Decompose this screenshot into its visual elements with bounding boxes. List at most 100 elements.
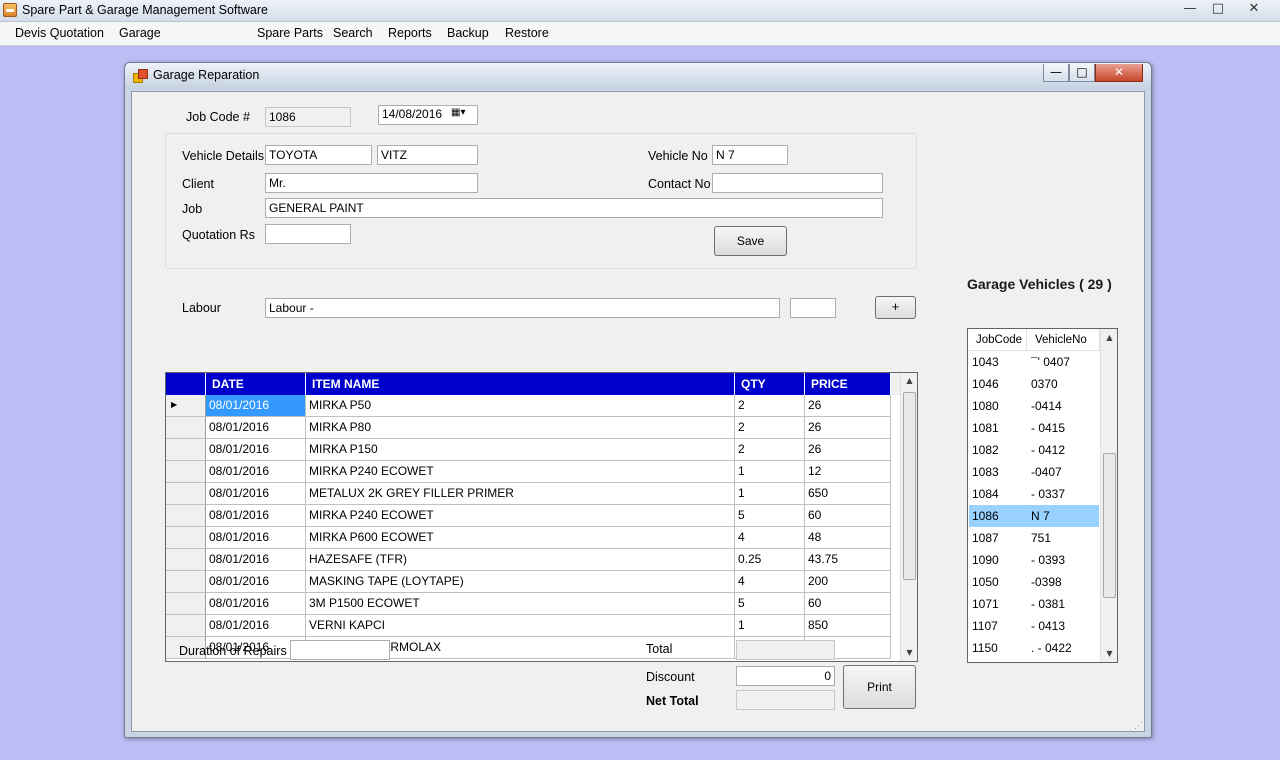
cell-item-name[interactable]: METALUX 2K GREY FILLER PRIMER bbox=[306, 483, 735, 505]
menu-restore[interactable]: Restore bbox=[505, 26, 549, 40]
vehicle-make-field[interactable]: TOYOTA bbox=[265, 145, 372, 165]
list-scroll-down-icon[interactable]: ▼ bbox=[1101, 649, 1117, 658]
cell-item-name[interactable]: MIRKA P150 bbox=[306, 439, 735, 461]
cell-qty[interactable]: 5 bbox=[735, 505, 805, 527]
child-close-button[interactable]: ✕ bbox=[1095, 64, 1143, 82]
grid-header-item-name[interactable]: ITEM NAME bbox=[306, 373, 735, 395]
maximize-button[interactable]: □ bbox=[1204, 1, 1232, 19]
cell-price[interactable]: 43.75 bbox=[805, 549, 891, 571]
cell-item-name[interactable]: MIRKA P600 ECOWET bbox=[306, 527, 735, 549]
add-labour-button[interactable]: + bbox=[875, 296, 916, 319]
cell-price[interactable]: 26 bbox=[805, 417, 891, 439]
row-header[interactable] bbox=[166, 417, 206, 439]
list-item[interactable]: 1046 0370 bbox=[969, 373, 1099, 395]
table-row[interactable]: 08/01/2016 MIRKA P600 ECOWET 4 48 bbox=[166, 527, 901, 549]
cell-date[interactable]: 08/01/2016 bbox=[206, 527, 306, 549]
cell-qty[interactable]: 4 bbox=[735, 571, 805, 593]
cell-qty[interactable]: 1 bbox=[735, 461, 805, 483]
list-header-jobcode[interactable]: JobCode bbox=[968, 329, 1027, 351]
list-item[interactable]: 1087 751 bbox=[969, 527, 1099, 549]
cell-price[interactable]: 850 bbox=[805, 615, 891, 637]
table-row[interactable]: 08/01/2016 MIRKA P80 2 26 bbox=[166, 417, 901, 439]
grid-header-qty[interactable]: QTY bbox=[735, 373, 805, 395]
table-row[interactable]: 08/01/2016 HAZESAFE (TFR) 0.25 43.75 bbox=[166, 549, 901, 571]
print-button[interactable]: Print bbox=[843, 665, 916, 709]
list-item[interactable]: 1084 - 0337 bbox=[969, 483, 1099, 505]
cell-item-name[interactable]: HAZESAFE (TFR) bbox=[306, 549, 735, 571]
grid-header-price[interactable]: PRICE bbox=[805, 373, 891, 395]
cell-date[interactable]: 08/01/2016 bbox=[206, 461, 306, 483]
list-scrollbar[interactable]: ▲ ▼ bbox=[1100, 329, 1117, 662]
calendar-icon[interactable]: ▦▾ bbox=[451, 107, 465, 118]
table-row[interactable]: 08/01/2016 3M P1500 ECOWET 5 60 bbox=[166, 593, 901, 615]
cell-item-name[interactable]: MIRKA P50 bbox=[306, 395, 735, 417]
list-item[interactable]: 1086 N 7 bbox=[969, 505, 1099, 527]
list-item[interactable]: 1083 -0407 bbox=[969, 461, 1099, 483]
cell-price[interactable]: 650 bbox=[805, 483, 891, 505]
list-item[interactable]: 1050 -0398 bbox=[969, 571, 1099, 593]
cell-date[interactable]: 08/01/2016 bbox=[206, 483, 306, 505]
scroll-up-icon[interactable]: ▲ bbox=[901, 376, 917, 385]
cell-date[interactable]: 08/01/2016 bbox=[206, 571, 306, 593]
quotation-field[interactable] bbox=[265, 224, 351, 244]
cell-qty[interactable]: 2 bbox=[735, 417, 805, 439]
scroll-down-icon[interactable]: ▼ bbox=[901, 648, 917, 657]
cell-qty[interactable]: 2 bbox=[735, 395, 805, 417]
grid-scrollbar[interactable]: ▲ ▼ bbox=[900, 373, 917, 661]
vehicle-model-field[interactable]: VITZ bbox=[377, 145, 478, 165]
cell-price[interactable]: 60 bbox=[805, 505, 891, 527]
client-field[interactable]: Mr. bbox=[265, 173, 478, 193]
grid-header-date[interactable]: DATE bbox=[206, 373, 306, 395]
date-picker[interactable]: 14/08/2016 ▦▾ bbox=[378, 105, 478, 125]
duration-field[interactable] bbox=[290, 640, 390, 660]
row-header[interactable] bbox=[166, 505, 206, 527]
menu-devis-quotation[interactable]: Devis Quotation bbox=[15, 26, 104, 40]
job-field[interactable]: GENERAL PAINT bbox=[265, 198, 883, 218]
cell-item-name[interactable]: MASKING TAPE (LOYTAPE) bbox=[306, 571, 735, 593]
close-button[interactable]: ✕ bbox=[1232, 1, 1276, 19]
job-code-field[interactable]: 1086 bbox=[265, 107, 351, 127]
cell-qty[interactable]: 1 bbox=[735, 483, 805, 505]
list-item[interactable]: 1071 - 0381 bbox=[969, 593, 1099, 615]
list-item[interactable]: 1150 . - 0422 bbox=[969, 637, 1099, 659]
cell-item-name[interactable]: MIRKA P240 ECOWET bbox=[306, 505, 735, 527]
row-header[interactable] bbox=[166, 593, 206, 615]
table-row[interactable]: 08/01/2016 MIRKA P150 2 26 bbox=[166, 439, 901, 461]
cell-qty[interactable]: 0.25 bbox=[735, 549, 805, 571]
contact-no-field[interactable] bbox=[712, 173, 883, 193]
minimize-button[interactable]: — bbox=[1176, 1, 1204, 19]
cell-item-name[interactable]: MIRKA P80 bbox=[306, 417, 735, 439]
menu-backup[interactable]: Backup bbox=[447, 26, 489, 40]
cell-qty[interactable]: 1 bbox=[735, 615, 805, 637]
cell-item-name[interactable]: VERNI KAPCI bbox=[306, 615, 735, 637]
row-header[interactable] bbox=[166, 439, 206, 461]
table-row[interactable]: 08/01/2016 MASKING TAPE (LOYTAPE) 4 200 bbox=[166, 571, 901, 593]
resize-grip-icon[interactable]: ⋰ bbox=[1134, 720, 1143, 731]
list-scroll-up-icon[interactable]: ▲ bbox=[1101, 333, 1117, 342]
menu-spare-parts[interactable]: Spare Parts bbox=[257, 26, 323, 40]
cell-price[interactable]: 48 bbox=[805, 527, 891, 549]
menu-search[interactable]: Search bbox=[333, 26, 373, 40]
cell-date[interactable]: 08/01/2016 bbox=[206, 395, 306, 417]
discount-field[interactable]: 0 bbox=[736, 666, 835, 686]
cell-price[interactable]: 26 bbox=[805, 395, 891, 417]
menu-garage[interactable]: Garage bbox=[119, 26, 161, 40]
list-item[interactable]: 1107 - 0413 bbox=[969, 615, 1099, 637]
cell-price[interactable]: 60 bbox=[805, 593, 891, 615]
cell-price[interactable]: 200 bbox=[805, 571, 891, 593]
table-row[interactable]: 08/01/2016 MIRKA P240 ECOWET 1 12 bbox=[166, 461, 901, 483]
list-scroll-thumb[interactable] bbox=[1103, 453, 1116, 598]
row-header[interactable] bbox=[166, 549, 206, 571]
cell-date[interactable]: 08/01/2016 bbox=[206, 505, 306, 527]
list-item[interactable]: 1081 - 0415 bbox=[969, 417, 1099, 439]
child-minimize-button[interactable]: — bbox=[1043, 64, 1069, 82]
scroll-thumb[interactable] bbox=[903, 392, 916, 580]
list-item[interactable]: 1043 ¯' 0407 bbox=[969, 351, 1099, 373]
cell-qty[interactable]: 5 bbox=[735, 593, 805, 615]
table-row[interactable]: ▶ 08/01/2016 MIRKA P50 2 26 bbox=[166, 395, 901, 417]
list-item[interactable]: 1082 - 0412 bbox=[969, 439, 1099, 461]
cell-date[interactable]: 08/01/2016 bbox=[206, 439, 306, 461]
row-header[interactable] bbox=[166, 483, 206, 505]
list-header-vehicleno[interactable]: VehicleNo bbox=[1027, 329, 1100, 351]
vehicle-no-field[interactable]: N 7 bbox=[712, 145, 788, 165]
